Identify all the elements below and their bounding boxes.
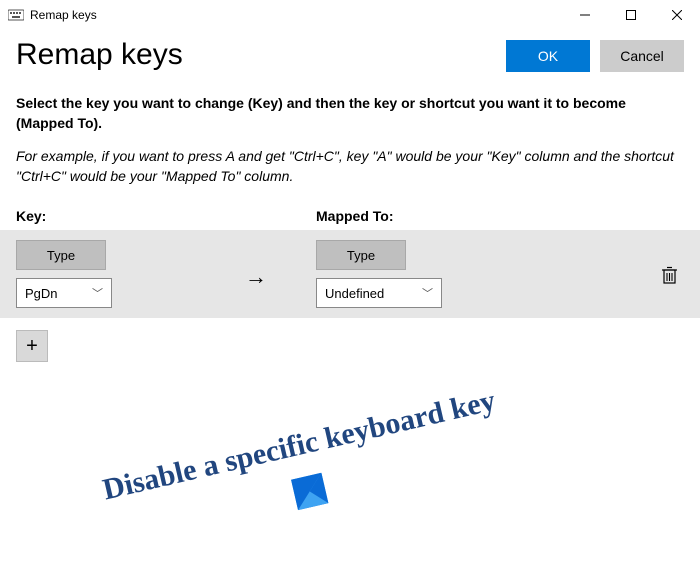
instructions-example: For example, if you want to press A and … <box>16 147 684 186</box>
cancel-button[interactable]: Cancel <box>600 40 684 72</box>
columns-header: Key: Mapped To: <box>16 208 684 224</box>
mapping-row: Type PgDn ﹀ → Type Undefined ﹀ <box>0 230 700 318</box>
column-key-label: Key: <box>16 208 316 224</box>
chevron-down-icon: ﹀ <box>92 285 103 301</box>
add-row-area: + <box>16 330 684 362</box>
window-controls <box>562 0 700 30</box>
titlebar: Remap keys <box>0 0 700 30</box>
mapped-cell: Type Undefined ﹀ <box>316 240 496 308</box>
key-select[interactable]: PgDn ﹀ <box>16 278 112 308</box>
instructions-main: Select the key you want to change (Key) … <box>16 95 626 131</box>
ok-button[interactable]: OK <box>506 40 590 72</box>
watermark-logo-icon <box>32 407 588 576</box>
key-cell: Type PgDn ﹀ <box>16 240 196 308</box>
watermark-text: Disable a specific keyboard key <box>23 366 576 525</box>
column-mapped-label: Mapped To: <box>316 208 684 224</box>
watermark: Disable a specific keyboard key <box>23 366 588 576</box>
key-type-button[interactable]: Type <box>16 240 106 270</box>
mapped-type-button[interactable]: Type <box>316 240 406 270</box>
key-select-value: PgDn <box>25 286 58 301</box>
minimize-button[interactable] <box>562 0 608 30</box>
page-title: Remap keys <box>16 38 183 72</box>
header-buttons: OK Cancel <box>506 40 684 72</box>
close-button[interactable] <box>654 0 700 30</box>
mapped-select[interactable]: Undefined ﹀ <box>316 278 442 308</box>
titlebar-title: Remap keys <box>30 8 97 22</box>
arrow-icon: → <box>196 258 316 290</box>
instructions: Select the key you want to change (Key) … <box>16 94 684 186</box>
chevron-down-icon: ﹀ <box>422 285 433 301</box>
app-icon <box>8 7 24 23</box>
add-mapping-button[interactable]: + <box>16 330 48 362</box>
delete-row-button[interactable] <box>661 260 684 289</box>
maximize-button[interactable] <box>608 0 654 30</box>
mapped-select-value: Undefined <box>325 286 384 301</box>
